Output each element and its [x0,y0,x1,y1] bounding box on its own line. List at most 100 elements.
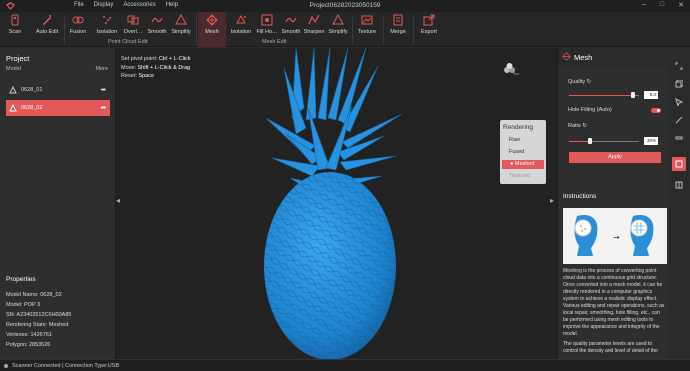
collapse-left-icon[interactable]: ◂ [116,196,122,208]
prop-rendering-state: Rendering State: Meshed [6,322,69,328]
scan-button[interactable]: Scan [2,12,28,47]
model-header: Model [6,66,21,72]
sharpen-button[interactable]: Sharpen [302,12,326,47]
mesh-model-icon [9,104,17,112]
instructions-title: Instructions [563,193,597,200]
project-title: Project [6,54,30,63]
render-option-meshed[interactable]: ● Meshed [502,160,544,169]
ratio-value-input[interactable]: 30% [644,137,658,145]
ratio-slider-fill [569,141,590,142]
model-name: 0628_01 [21,87,43,93]
more-button[interactable]: More [95,66,108,72]
render-option-raw[interactable]: Raw [509,137,520,143]
maximize-button[interactable]: □ [660,1,664,9]
pc-smooth-button[interactable]: Smooth [145,12,169,47]
window-title: Project06282023050159 [309,2,381,9]
reset-icon[interactable]: ↻ [582,123,587,129]
isolation-icon [103,16,111,24]
quality-slider-fill [569,95,634,96]
merge-icon [393,14,403,26]
mesh-panel-header: Mesh [558,48,670,66]
render-option-textured: Textured [509,173,531,179]
rendering-mode-panel: Rendering Raw Fused ● Meshed Textured [500,120,546,184]
fusion-icon [72,16,84,24]
smooth-icon [151,17,163,23]
apply-button[interactable]: Apply [569,152,661,163]
brush-icon[interactable] [675,116,683,124]
mesh-simplify-button[interactable]: Simplify [326,12,350,47]
model-item-selected[interactable]: 0628_02 ••• [6,100,110,116]
prop-vertexes: Vertexes: 1426761 [6,332,52,338]
pc-fusion-button[interactable]: Fusion [66,12,90,47]
minimize-button[interactable]: – [642,1,646,9]
model-item[interactable]: 0628_01 ••• [6,82,110,98]
cube-view-icon[interactable] [675,80,683,88]
toolbar-separator [383,15,384,45]
title-bar: File Display Accessories Help Project062… [0,0,690,12]
merge-button[interactable]: Merge [385,12,411,47]
hole-filling-toggle[interactable] [651,108,661,113]
shortcut-move: Move: Shift + L-Click & Drag [121,64,191,71]
connection-status-text: Scanner Connected | Connection Type:USB [12,363,120,369]
project-panel: Project Model More 0628_01 ••• 0628_02 •… [0,48,116,359]
quality-value-input[interactable]: 6.0 [644,91,658,99]
mesh-view-icon[interactable] [672,157,686,171]
rendering-title: Rendering [503,124,533,131]
prop-model: Model: POP 3 [6,302,41,308]
status-bar: Scanner Connected | Connection Type:USB [0,359,690,371]
mesh-panel-title: Mesh [574,53,593,62]
pineapple-mesh-model[interactable] [116,48,557,359]
overlap-icon [127,15,139,25]
scanner-icon [11,14,19,26]
measure-icon[interactable] [675,134,683,142]
export-icon [423,14,435,26]
mesh-instruction-image: → [563,208,667,264]
view-tools-strip [669,48,690,359]
mesh-settings-panel: Mesh Quality ↻ 6.0 Hole Filling (Auto) R… [557,48,670,359]
texture-icon [361,15,373,25]
sharpen-icon [308,14,320,25]
ratio-label: Ratio ↻ [568,123,587,129]
ratio-slider-knob[interactable] [588,138,592,144]
reset-icon[interactable]: ↻ [587,79,592,85]
toolbar: Scan Auto Edit Fusion Isolation Overl… S… [0,12,690,47]
isolation-icon [236,14,246,24]
model-options-icon[interactable]: ••• [101,105,106,112]
mesh-model-icon [9,86,17,94]
collapse-right-icon[interactable]: ▸ [550,196,556,208]
svg-text:→: → [613,233,620,242]
model-options-icon[interactable]: ••• [101,87,106,94]
grid-icon[interactable] [675,181,683,189]
axis-gizmo-icon[interactable] [500,60,520,80]
connection-status-icon [4,364,8,368]
shortcut-reset: Reset: Space [121,73,155,79]
model-name: 0628_02 [21,105,43,111]
mesh-button[interactable]: Mesh [198,12,226,47]
point-cloud-edit-group-label: Point Cloud Edit [108,39,148,45]
pc-simplify-button[interactable]: Simplify [169,12,193,47]
toolbar-separator [64,15,65,45]
select-icon[interactable] [675,98,683,106]
window-controls: – □ ✕ [642,1,684,9]
hole-filling-label: Hole Filling (Auto) [568,107,612,113]
render-option-fused[interactable]: Fused [509,149,524,155]
mesh-isolation-button[interactable]: Isolation [228,12,254,47]
auto-edit-button[interactable]: Auto Edit [32,12,62,47]
close-button[interactable]: ✕ [678,1,684,9]
expand-icon[interactable] [675,62,683,70]
toolbar-separator [352,15,353,45]
texture-button[interactable]: Texture [354,12,380,47]
quality-label: Quality ↻ [568,79,592,85]
prop-model-name: Model Name: 0628_02 [6,292,62,298]
auto-edit-icon [43,15,51,25]
3d-viewport[interactable]: Set pivot point: Ctrl + L-Click Move: Sh… [116,48,557,359]
export-button[interactable]: Export [415,12,443,47]
prop-sn: SN: A23403512C6H00A85 [6,312,72,318]
mesh-edit-group-label: Mesh Edit [262,39,287,45]
shortcut-pivot: Set pivot point: Ctrl + L-Click [121,56,191,62]
quality-slider-knob[interactable] [631,92,636,98]
properties-title: Properties [6,276,36,283]
prop-polygon: Polygon: 2853526 [6,342,51,348]
simplify-icon [175,14,187,25]
mesh-icon [562,52,571,61]
